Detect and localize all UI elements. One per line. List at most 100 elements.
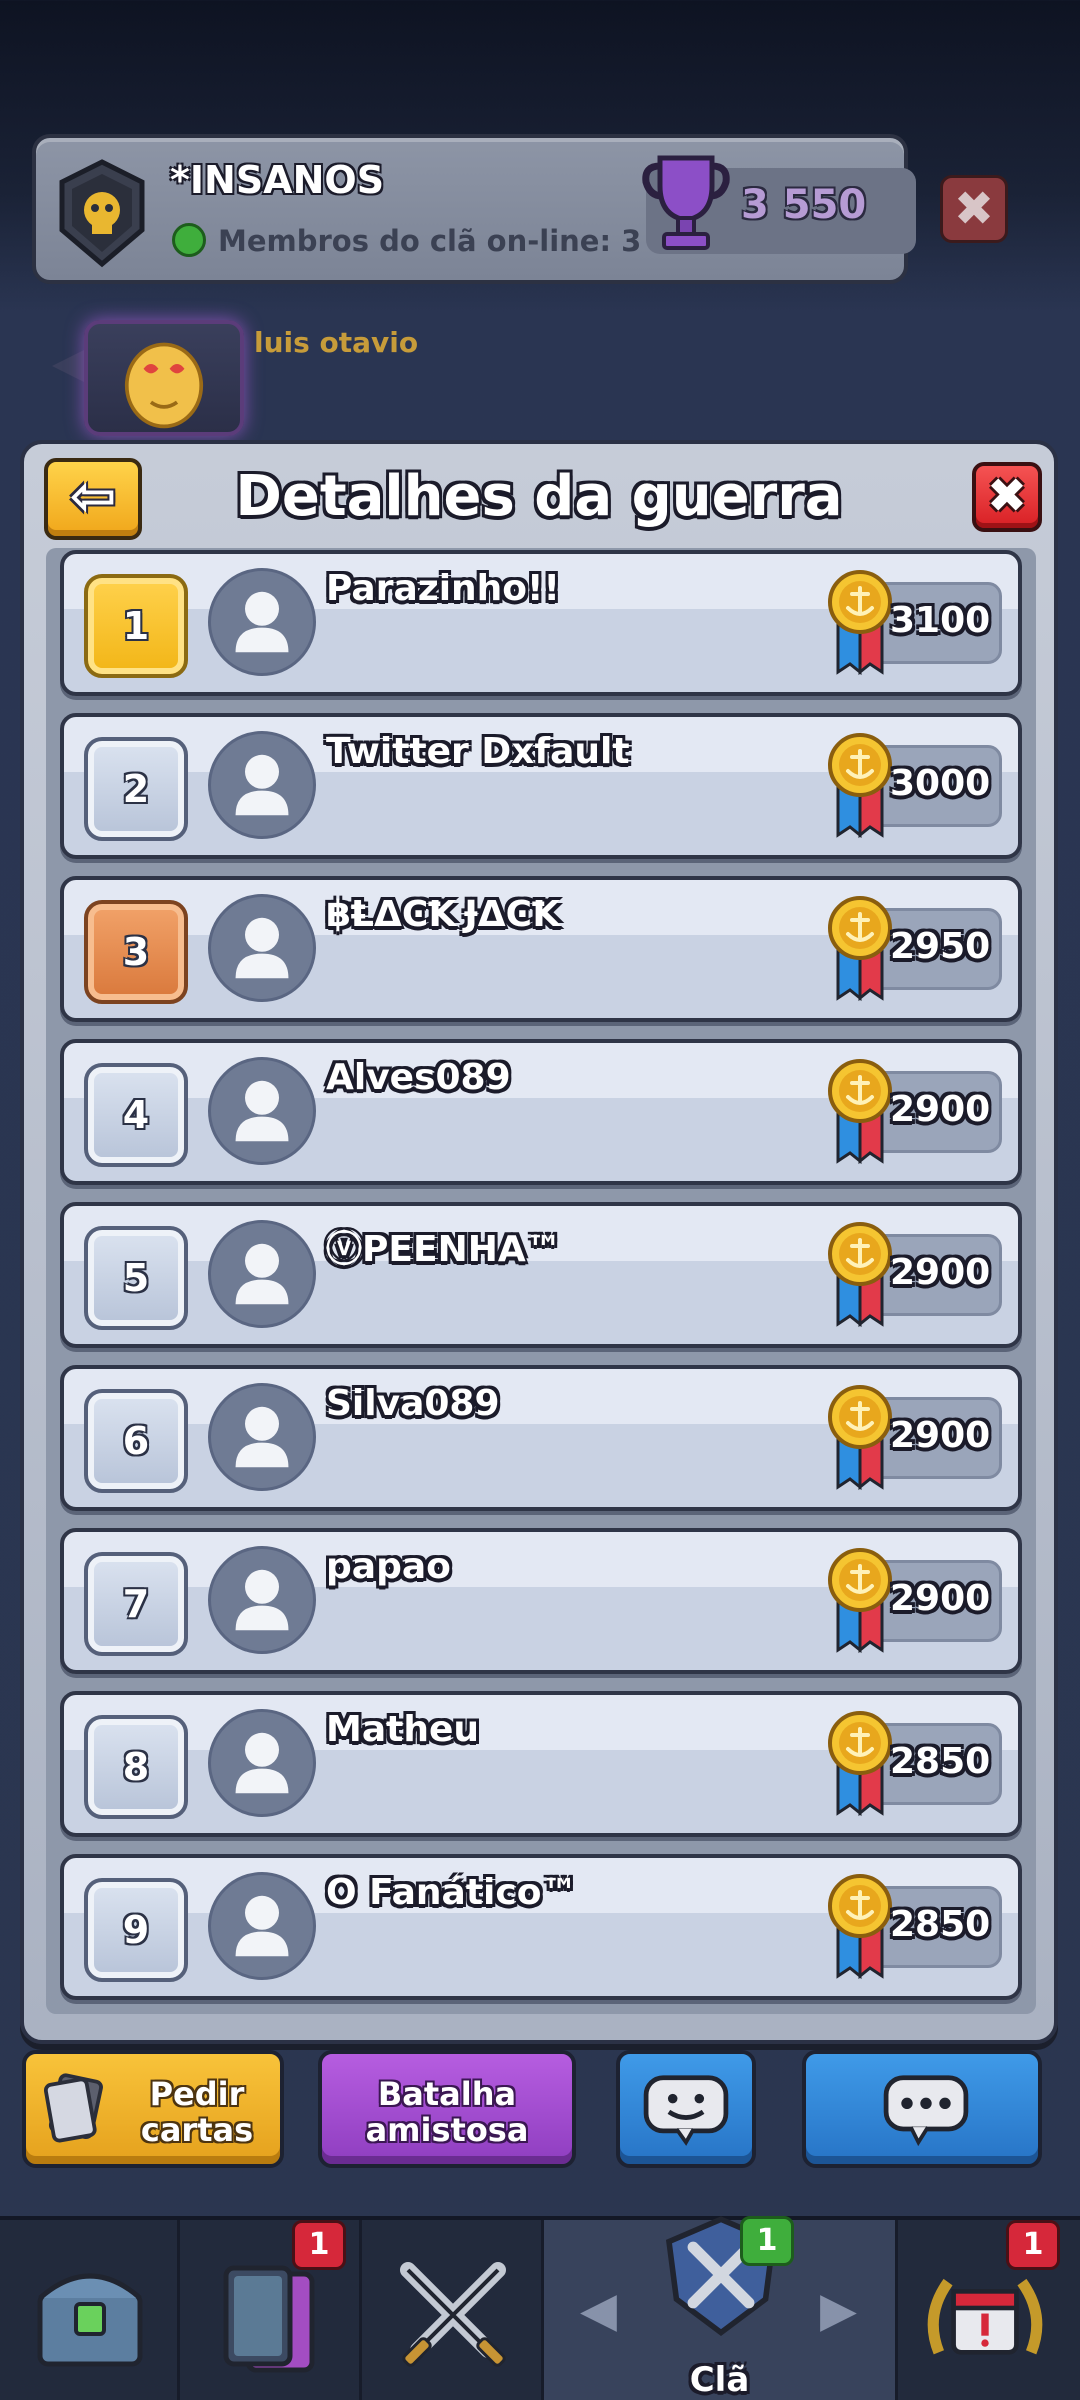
online-status-icon xyxy=(172,223,206,257)
chat-emote-avatar xyxy=(84,320,244,436)
rank-number: 3 xyxy=(122,930,150,974)
rank-badge: 6 xyxy=(84,1389,188,1493)
player-avatar-icon[interactable] xyxy=(208,568,316,676)
rank-number: 2 xyxy=(122,767,150,811)
nav-cards[interactable]: 1 xyxy=(180,2220,362,2400)
rank-badge: 8 xyxy=(84,1715,188,1819)
clan-close-button[interactable]: ✖ xyxy=(940,175,1008,243)
player-avatar-icon[interactable] xyxy=(208,1220,316,1328)
nav-left-arrow-icon[interactable]: ◀ xyxy=(580,2282,617,2338)
clan-header[interactable]: *INSANOS Membros do clã on-line: 3 3 550 xyxy=(32,134,916,284)
smiley-chat-icon xyxy=(643,2075,729,2146)
player-score: 3000 xyxy=(890,763,991,804)
war-ranking-row[interactable]: 2 Twitter Dxfault 3000 xyxy=(60,713,1022,859)
speech-bubble-icon xyxy=(883,2075,969,2147)
player-avatar-icon[interactable] xyxy=(208,1546,316,1654)
player-score: 2950 xyxy=(890,926,991,967)
war-ranking-row[interactable]: 4 Alves089 2900 xyxy=(60,1039,1022,1185)
war-medal-icon xyxy=(828,733,892,839)
war-details-panel: ⇦ Detalhes da guerra ✖ 1 Parazinho!! 3100 2… xyxy=(20,440,1058,2044)
clan-trophies: 3 550 xyxy=(741,182,867,228)
war-medal-icon xyxy=(828,1874,892,1980)
war-ranking-row[interactable]: 6 Silva089 2900 xyxy=(60,1365,1022,1511)
request-cards-button[interactable]: Pedir cartas xyxy=(22,2050,284,2168)
rank-badge: 1 xyxy=(84,574,188,678)
war-medal-icon xyxy=(828,1222,892,1328)
player-name: Parazinho!! xyxy=(326,568,560,609)
rank-badge: 7 xyxy=(84,1552,188,1656)
rank-badge: 5 xyxy=(84,1226,188,1330)
rank-badge: 9 xyxy=(84,1878,188,1982)
online-members-text: Membros do clã on-line: 3 xyxy=(218,224,642,258)
close-icon: ✖ xyxy=(986,468,1028,524)
rank-number: 9 xyxy=(122,1908,150,1952)
rank-badge: 4 xyxy=(84,1063,188,1167)
chat-bubble-tail xyxy=(52,348,88,384)
rank-number: 7 xyxy=(122,1582,150,1626)
war-ranking-row[interactable]: 9 O Fanático™ 2850 xyxy=(60,1854,1022,2000)
cards-icon xyxy=(223,2265,315,2373)
war-ranking-row[interactable]: 7 papao 2900 xyxy=(60,1528,1022,1674)
rank-number: 1 xyxy=(122,604,150,648)
emote-chat-button[interactable] xyxy=(616,2050,756,2168)
nav-events[interactable]: 1 xyxy=(898,2220,1080,2400)
player-score: 2850 xyxy=(890,1904,991,1945)
player-score: 3100 xyxy=(890,600,991,641)
trophy-icon xyxy=(642,155,730,250)
nav-clan-label: Clã xyxy=(689,2360,750,2400)
war-ranking-list[interactable]: 1 Parazinho!! 3100 2 Twitter Dxfault 3000 3 ฿ⱠΔ… xyxy=(46,548,1036,2014)
player-name: O Fanático™ xyxy=(326,1872,578,1913)
war-medal-icon xyxy=(828,1385,892,1491)
panel-close-button[interactable]: ✖ xyxy=(972,462,1042,532)
calendar-laurel-icon xyxy=(927,2278,1043,2355)
player-avatar-icon[interactable] xyxy=(208,1709,316,1817)
nav-clan[interactable]: ◀ 1 ▶ Clã xyxy=(544,2216,898,2400)
chat-button[interactable] xyxy=(802,2050,1042,2168)
war-medal-icon xyxy=(828,896,892,1002)
player-score: 2900 xyxy=(890,1252,991,1293)
player-name: ฿ⱠΔϾꝀ ɈΔϾꝀ xyxy=(326,894,556,935)
war-ranking-row[interactable]: 3 ฿ⱠΔϾꝀ ɈΔϾꝀ 2950 xyxy=(60,876,1022,1022)
bottom-navigation: 1 ◀ 1 ▶ Clã 1 xyxy=(0,2216,1080,2400)
events-notification-badge: 1 xyxy=(1006,2220,1060,2270)
chest-icon xyxy=(37,2273,143,2367)
clan-notification-badge: 1 xyxy=(740,2216,794,2266)
nav-battle[interactable] xyxy=(362,2220,544,2400)
player-avatar-icon[interactable] xyxy=(208,894,316,1002)
rank-number: 5 xyxy=(122,1256,150,1300)
rank-number: 6 xyxy=(122,1419,150,1463)
player-name: ⓥPEENHA™ xyxy=(326,1229,562,1270)
rank-number: 8 xyxy=(122,1745,150,1789)
war-ranking-row[interactable]: 1 Parazinho!! 3100 xyxy=(60,550,1022,696)
player-score: 2850 xyxy=(890,1741,991,1782)
player-score: 2900 xyxy=(890,1089,991,1130)
request-cards-label: Pedir cartas xyxy=(140,2075,254,2149)
player-avatar-icon[interactable] xyxy=(208,731,316,839)
friendly-battle-label: Batalha amistosa xyxy=(365,2075,529,2149)
friendly-battle-button[interactable]: Batalha amistosa xyxy=(318,2050,576,2168)
war-ranking-row[interactable]: 5 ⓥPEENHA™ 2900 xyxy=(60,1202,1022,1348)
player-name: Alves089 xyxy=(326,1057,511,1098)
war-medal-icon xyxy=(828,570,892,676)
player-avatar-icon[interactable] xyxy=(208,1872,316,1980)
nav-right-arrow-icon[interactable]: ▶ xyxy=(820,2282,857,2338)
panel-title: Detalhes da guerra xyxy=(235,464,843,529)
card-stack-icon xyxy=(43,2073,103,2143)
chat-sender-name: luis otavio xyxy=(254,326,419,359)
player-score: 2900 xyxy=(890,1415,991,1456)
rank-badge: 3 xyxy=(84,900,188,1004)
clan-badge-icon xyxy=(59,159,145,268)
nav-shop[interactable] xyxy=(0,2220,180,2400)
war-ranking-row[interactable]: 8 Matheu 2850 xyxy=(60,1691,1022,1837)
player-name: Twitter Dxfault xyxy=(326,731,630,772)
cards-notification-badge: 1 xyxy=(292,2220,346,2270)
player-score: 2900 xyxy=(890,1578,991,1619)
player-avatar-icon[interactable] xyxy=(208,1057,316,1165)
rank-badge: 2 xyxy=(84,737,188,841)
player-name: papao xyxy=(326,1546,451,1587)
crossed-swords-icon xyxy=(400,2262,506,2367)
player-avatar-icon[interactable] xyxy=(208,1383,316,1491)
rank-number: 4 xyxy=(122,1093,150,1137)
golden-emote-icon xyxy=(124,342,204,429)
war-medal-icon xyxy=(828,1548,892,1654)
